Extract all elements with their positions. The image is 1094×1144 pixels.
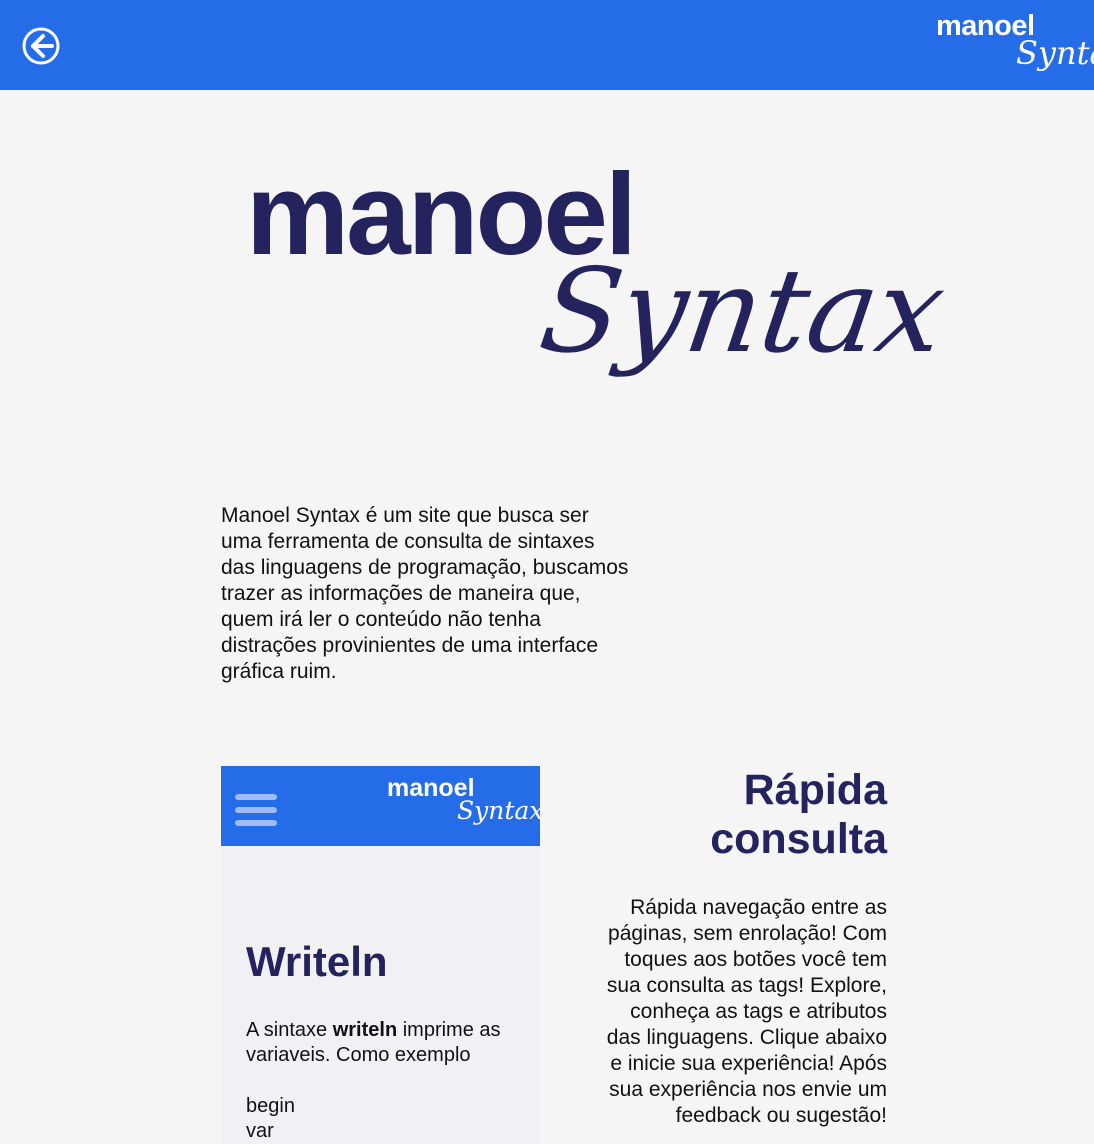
preview-title: Writeln <box>246 938 388 985</box>
preview-code-line: begin <box>246 1095 295 1117</box>
intro-paragraph: Manoel Syntax é um site que busca ser um… <box>221 504 629 683</box>
hero-logo: manoel Syntax <box>246 156 952 416</box>
preview-code: begin var <box>246 1094 295 1144</box>
header-logo-word2: Syntax <box>1016 34 1094 72</box>
preview-text: A sintaxe writeln imprime as variaveis. … <box>246 1019 501 1066</box>
mobile-preview-image: manoel Syntax Writeln A sintaxe writeln … <box>221 766 540 1144</box>
hero-logo-word2: Syntax <box>532 244 953 379</box>
back-button[interactable] <box>22 27 60 65</box>
top-bar: manoel Syntax <box>0 0 1094 90</box>
feature-title: Rápida consulta <box>710 766 887 863</box>
feature-text: Rápida navegação entre as páginas, sem e… <box>606 896 887 1127</box>
preview-code-line: var <box>246 1120 274 1142</box>
header-logo[interactable]: manoel Syntax <box>936 10 1094 76</box>
preview-logo-word2: Syntax <box>457 796 540 825</box>
hamburger-menu-icon <box>235 794 277 826</box>
preview-top-bar: manoel Syntax <box>221 766 540 846</box>
arrow-left-circle-icon <box>22 27 60 65</box>
